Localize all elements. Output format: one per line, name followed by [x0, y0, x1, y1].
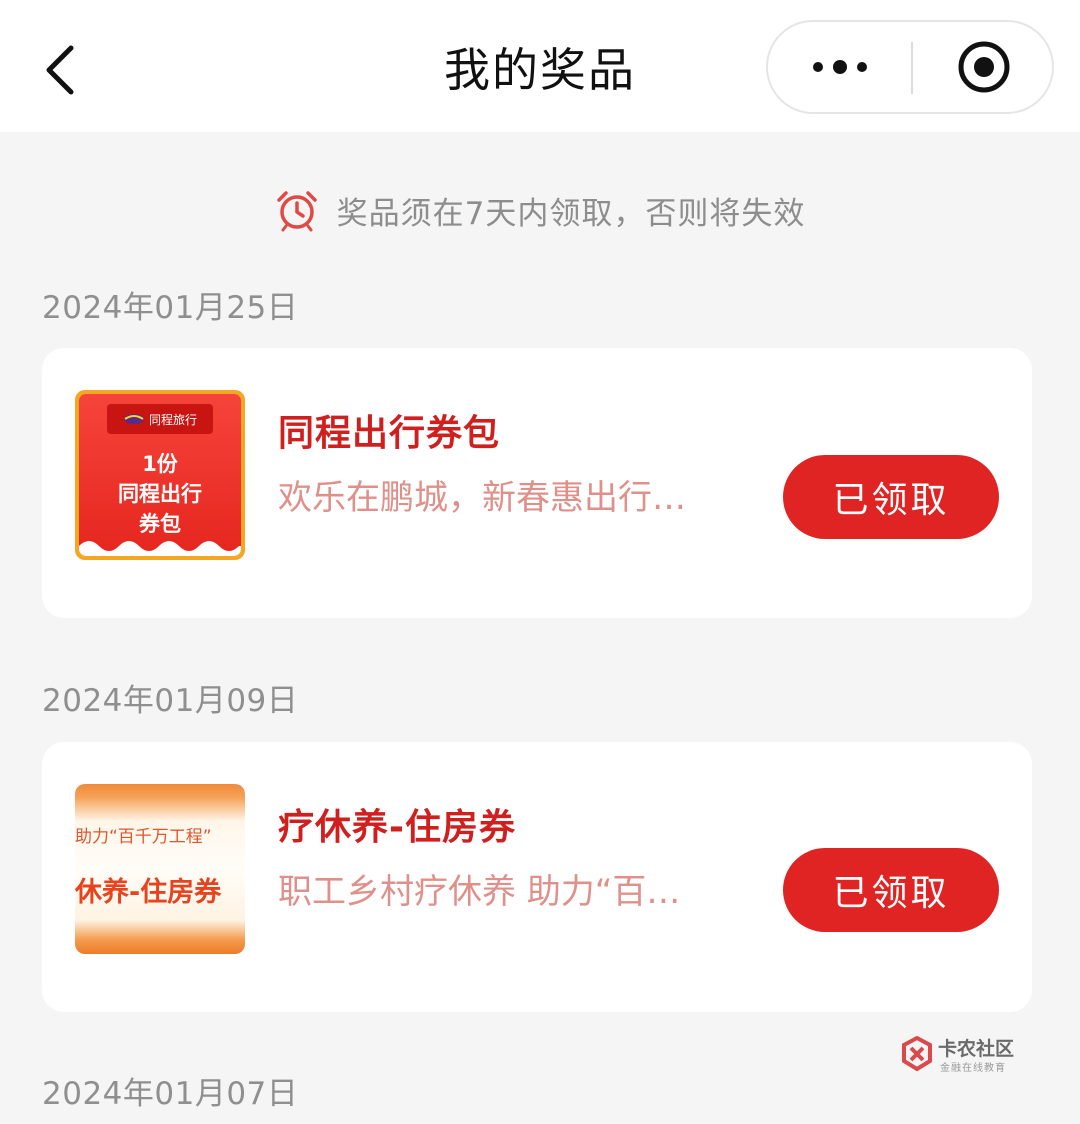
target-close-icon [958, 41, 1010, 93]
claimed-button[interactable]: 已领取 [783, 455, 999, 539]
prize-card[interactable]: 同程旅行 1份 同程出行 券包 同程出行券包 欢乐在鹏城，新春惠出行… 已领取 [42, 348, 1032, 618]
date-label: 2024年01月07日 [42, 1076, 299, 1112]
expiry-notice: 奖品须在7天内领取，否则将失效 [0, 182, 1080, 238]
brand-tag: 同程旅行 [107, 404, 213, 434]
watermark: 卡农社区 金融在线教育 [900, 1034, 1030, 1074]
watermark-subtitle: 金融在线教育 [940, 1063, 1006, 1074]
thumbnail-text: 助力“百千万工程” [75, 827, 212, 847]
prize-name: 同程出行券包 [278, 413, 501, 454]
page-title: 我的奖品 [444, 43, 636, 97]
thumbnail-text: 同程出行 [118, 482, 202, 506]
brand-name: 同程旅行 [148, 412, 197, 427]
thumbnail-text: 券包 [139, 512, 181, 536]
ticket-wave-edge [79, 541, 241, 556]
back-button[interactable] [30, 30, 90, 110]
prize-card[interactable]: 助力“百千万工程” 休养-住房券 疗休养-住房券 职工乡村疗休养 助力“百… 已… [42, 742, 1032, 1012]
watermark-logo-icon [902, 1036, 932, 1072]
prize-description: 职工乡村疗休养 助力“百… [278, 872, 681, 912]
prize-name: 疗休养-住房券 [278, 807, 516, 848]
date-label: 2024年01月09日 [42, 683, 299, 719]
page: 我的奖品 奖品须在7天内领取，否则将失效 2024年01月25日 同程旅行 1份… [0, 0, 1080, 1124]
thumbnail-text: 1份 [142, 452, 178, 476]
prize-thumbnail: 助力“百千万工程” 休养-住房券 [75, 784, 245, 954]
brand-logo-icon [123, 414, 144, 424]
alarm-clock-icon [276, 191, 317, 232]
thumbnail-text: 休养-住房券 [75, 877, 222, 908]
prize-thumbnail: 同程旅行 1份 同程出行 券包 [75, 390, 245, 560]
claimed-button[interactable]: 已领取 [783, 848, 999, 932]
close-mini-program-button[interactable] [912, 22, 1056, 112]
mini-program-capsule [766, 20, 1054, 114]
more-button[interactable] [768, 22, 912, 112]
chevron-left-icon [46, 45, 74, 95]
more-dots-icon [813, 60, 867, 74]
date-label: 2024年01月25日 [42, 290, 299, 326]
notice-text: 奖品须在7天内领取，否则将失效 [336, 195, 806, 232]
prize-description: 欢乐在鹏城，新春惠出行… [278, 478, 686, 518]
navigation-bar: 我的奖品 [0, 0, 1080, 132]
watermark-title: 卡农社区 [938, 1038, 1015, 1060]
